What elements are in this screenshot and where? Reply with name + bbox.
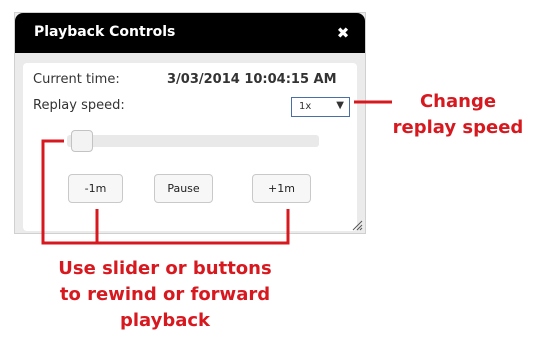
slider-annotation-line-2: to rewind or forward — [59, 284, 271, 305]
speed-annotation-line-1: Change — [419, 91, 497, 112]
speed-annotation: Change replay speed — [388, 89, 528, 141]
dialog-titlebar[interactable]: Playback Controls ✖ — [15, 13, 365, 53]
dialog-title: Playback Controls — [34, 24, 176, 40]
dialog-content: Current time: 3/03/2014 10:04:15 AM Repl… — [23, 63, 357, 231]
playback-controls-dialog: Playback Controls ✖ Current time: 3/03/2… — [14, 12, 366, 234]
replay-speed-select[interactable]: 1x ▼ — [291, 97, 350, 117]
slider-annotation: Use slider or buttons to rewind or forwa… — [0, 256, 330, 334]
playback-slider-track[interactable] — [67, 135, 319, 147]
forward-button[interactable]: +1m — [252, 174, 311, 203]
speed-annotation-line-2: replay speed — [392, 117, 524, 138]
dropdown-arrow-icon: ▼ — [336, 100, 344, 111]
current-time-value: 3/03/2014 10:04:15 AM — [167, 72, 337, 87]
slider-annotation-line-3: playback — [119, 310, 211, 331]
replay-speed-value: 1x — [299, 101, 312, 112]
resize-grip-icon[interactable] — [351, 219, 363, 231]
slider-annotation-line-1: Use slider or buttons — [58, 258, 272, 279]
current-time-label: Current time: — [33, 72, 120, 87]
pause-button[interactable]: Pause — [154, 174, 213, 203]
playback-slider-thumb[interactable] — [71, 130, 93, 152]
rewind-button[interactable]: -1m — [68, 174, 123, 203]
replay-speed-label: Replay speed: — [33, 98, 125, 113]
close-icon[interactable]: ✖ — [335, 25, 351, 41]
